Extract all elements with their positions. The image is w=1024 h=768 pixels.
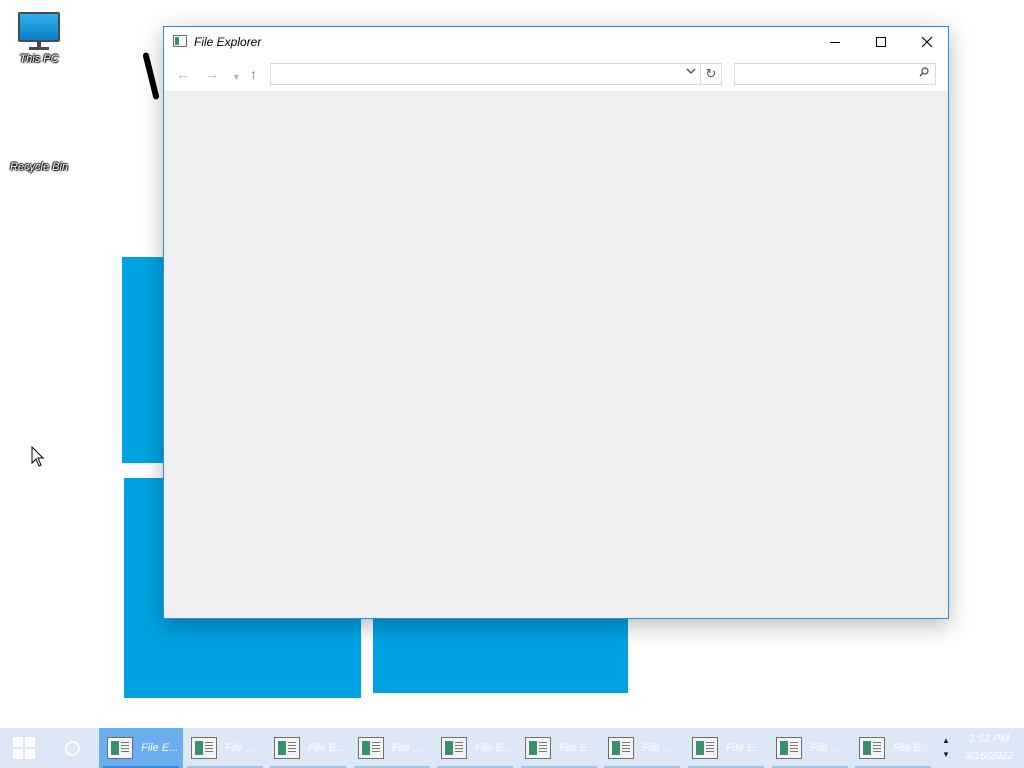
close-icon	[921, 36, 933, 48]
taskbar-item-file-explorer[interactable]: File E...	[99, 728, 183, 768]
back-button[interactable]: ←	[176, 66, 190, 82]
taskbar-item-label: File E...	[475, 742, 513, 754]
taskbar-item-label: File ...	[225, 742, 255, 754]
chevron-down-icon: ▼	[232, 72, 241, 82]
file-explorer-icon	[191, 737, 217, 759]
arrow-right-icon: →	[205, 66, 219, 82]
taskbar-item-file-explorer[interactable]: File E...	[433, 728, 517, 768]
search-icon	[919, 67, 929, 77]
maximize-icon	[876, 37, 886, 47]
file-explorer-icon	[608, 737, 634, 759]
maximize-button[interactable]	[858, 27, 904, 57]
recycle-bin-icon	[23, 124, 55, 158]
file-explorer-icon	[859, 737, 885, 759]
chevron-up-icon[interactable]: ▲	[942, 734, 950, 748]
wallpaper-stroke	[142, 51, 160, 101]
taskbar-item-label: File E...	[893, 742, 931, 754]
recent-locations-button[interactable]: ▼	[232, 69, 241, 85]
file-explorer-icon	[692, 737, 718, 759]
start-button[interactable]	[0, 728, 48, 768]
title-bar[interactable]: File Explorer	[164, 27, 948, 57]
desktop-icon-recycle-bin[interactable]: Recycle Bin	[0, 124, 78, 173]
taskbar-item-label: File ...	[642, 742, 672, 754]
forward-button[interactable]: →	[205, 66, 219, 82]
window-title: File Explorer	[194, 35, 262, 49]
arrow-up-icon: ↑	[250, 66, 257, 82]
clock-time: 3:53 PM	[968, 733, 1010, 745]
file-explorer-icon	[107, 737, 133, 759]
cortana-icon	[64, 740, 80, 756]
content-pane[interactable]	[164, 91, 948, 618]
cortana-button[interactable]	[48, 728, 96, 768]
taskbar-item-label: File E...	[559, 742, 597, 754]
taskbar-item-label: File E...	[726, 742, 764, 754]
mouse-cursor-icon	[31, 446, 45, 467]
file-explorer-icon	[441, 737, 467, 759]
navigation-bar: ← → ▼ ↑ ↻	[164, 57, 948, 91]
taskbar-item-file-explorer[interactable]: File ...	[183, 728, 267, 768]
search-input[interactable]	[734, 63, 936, 85]
refresh-button[interactable]: ↻	[701, 63, 722, 85]
taskbar-item-label: File ...	[392, 742, 422, 754]
file-explorer-icon	[525, 737, 551, 759]
taskbar-item-label: File E...	[141, 742, 179, 754]
minimize-button[interactable]	[812, 27, 858, 57]
taskbar-item-file-explorer[interactable]: File ...	[600, 728, 684, 768]
file-explorer-icon	[173, 35, 187, 47]
desktop-icon-label: This PC	[19, 53, 59, 65]
taskbar-item-file-explorer[interactable]: File E...	[517, 728, 601, 768]
taskbar: File E... File ... File E... File ... Fi…	[0, 728, 1024, 768]
desktop-icon-this-pc[interactable]: This PC	[0, 12, 78, 65]
taskbar-item-file-explorer[interactable]: File E...	[684, 728, 768, 768]
address-bar[interactable]	[270, 63, 701, 85]
monitor-icon	[18, 12, 60, 50]
file-explorer-icon	[776, 737, 802, 759]
up-button[interactable]: ↑	[250, 66, 257, 82]
file-explorer-icon	[274, 737, 300, 759]
taskbar-item-label: File ...	[810, 742, 840, 754]
taskbar-item-file-explorer[interactable]: File ...	[350, 728, 434, 768]
refresh-icon: ↻	[705, 66, 717, 81]
file-explorer-window[interactable]: File Explorer ← → ▼ ↑ ↻	[163, 26, 949, 619]
arrow-left-icon: ←	[176, 66, 190, 82]
taskbar-scroll[interactable]: ▲ ▼	[938, 728, 954, 768]
taskbar-item-label: File E...	[308, 742, 346, 754]
chevron-down-icon[interactable]: ▼	[942, 748, 950, 762]
wallpaper-tile-bottom-right	[373, 610, 628, 693]
taskbar-item-file-explorer[interactable]: File E...	[851, 728, 935, 768]
system-clock[interactable]: 3:53 PM 3/16/2022	[956, 731, 1022, 765]
file-explorer-icon	[358, 737, 384, 759]
windows-logo-icon	[13, 737, 35, 759]
taskbar-item-file-explorer[interactable]: File E...	[266, 728, 350, 768]
wallpaper-tile-top-left	[122, 257, 164, 463]
clock-date: 3/16/2022	[964, 750, 1014, 762]
close-button[interactable]	[904, 27, 950, 57]
desktop-icon-label: Recycle Bin	[9, 161, 69, 173]
taskbar-item-file-explorer[interactable]: File ...	[768, 728, 852, 768]
minimize-icon	[830, 41, 840, 43]
address-dropdown-icon[interactable]	[686, 67, 696, 75]
